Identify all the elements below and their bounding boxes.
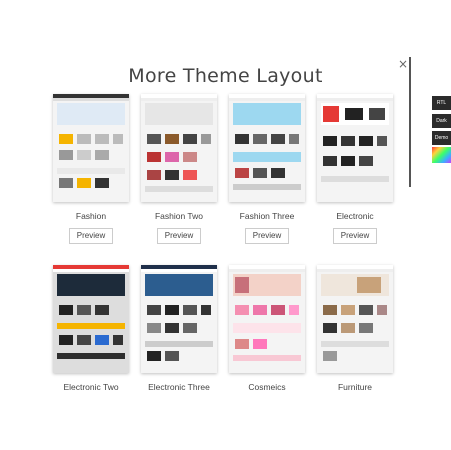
theme-name: Fashion bbox=[75, 211, 107, 221]
theme-thumbnail[interactable] bbox=[141, 265, 217, 373]
theme-thumbnail[interactable] bbox=[229, 94, 305, 202]
theme-card-electronic: Electronic Preview bbox=[317, 94, 393, 244]
theme-thumbnail[interactable] bbox=[229, 265, 305, 373]
demo-toggle[interactable]: Demo bbox=[432, 131, 451, 145]
theme-name: Electronic Three bbox=[148, 382, 210, 392]
scrollbar[interactable] bbox=[409, 57, 411, 187]
modal-title: More Theme Layout bbox=[128, 65, 323, 87]
theme-thumbnail[interactable] bbox=[317, 94, 393, 202]
theme-name: Fashion Two bbox=[154, 211, 204, 221]
theme-layout-modal: More Theme Layout × Fashion Preview Fash… bbox=[40, 55, 411, 400]
preview-button-fashion-three[interactable]: Preview bbox=[245, 228, 289, 244]
preview-button-fashion-two[interactable]: Preview bbox=[157, 228, 201, 244]
theme-card-cosmeics: Cosmeics bbox=[229, 265, 305, 392]
theme-card-furniture: Furniture bbox=[317, 265, 393, 392]
theme-name: Furniture bbox=[337, 382, 372, 392]
theme-thumbnail[interactable] bbox=[53, 94, 129, 202]
dark-toggle[interactable]: Dark bbox=[432, 114, 451, 128]
theme-card-electronic-three: Electronic Three bbox=[141, 265, 217, 392]
rtl-toggle[interactable]: RTL bbox=[432, 96, 451, 110]
preview-button-electronic[interactable]: Preview bbox=[333, 228, 377, 244]
theme-card-fashion: Fashion Preview bbox=[53, 94, 129, 244]
color-picker-icon[interactable] bbox=[432, 147, 451, 163]
theme-thumbnail[interactable] bbox=[317, 265, 393, 373]
theme-card-fashion-three: Fashion Three Preview bbox=[229, 94, 305, 244]
theme-name: Electronic bbox=[336, 211, 374, 221]
preview-button-fashion[interactable]: Preview bbox=[69, 228, 113, 244]
theme-name: Electronic Two bbox=[63, 382, 119, 392]
theme-name: Cosmeics bbox=[248, 382, 286, 392]
theme-card-fashion-two: Fashion Two Preview bbox=[141, 94, 217, 244]
theme-thumbnail[interactable] bbox=[53, 265, 129, 373]
theme-card-electronic-two: Electronic Two bbox=[53, 265, 129, 392]
theme-name: Fashion Three bbox=[239, 211, 295, 221]
close-icon[interactable]: × bbox=[398, 57, 408, 71]
theme-thumbnail[interactable] bbox=[141, 94, 217, 202]
